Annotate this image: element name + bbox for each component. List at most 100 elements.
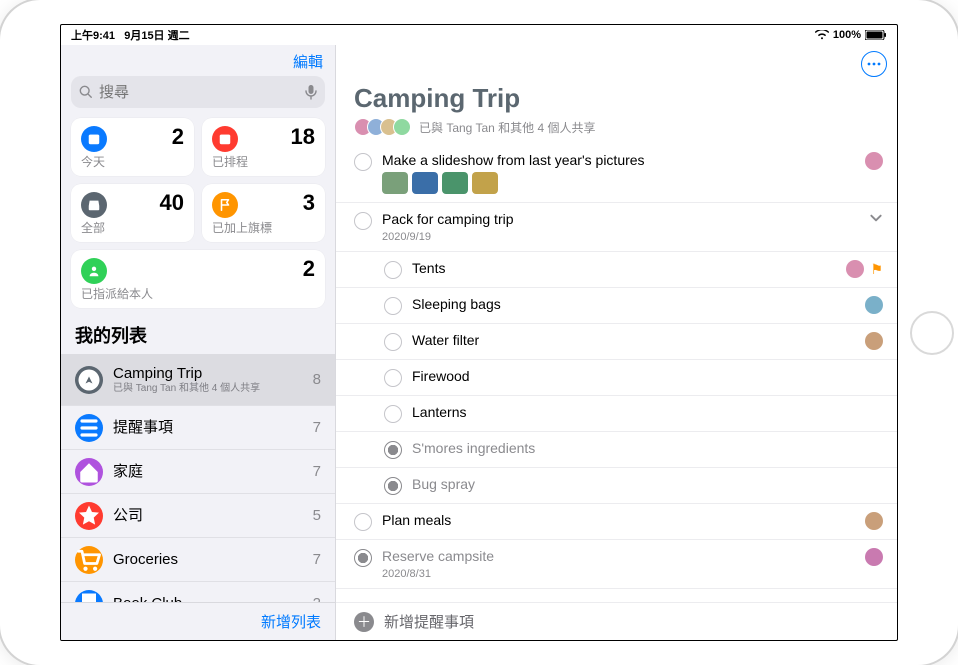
- smart-list-sched[interactable]: 18 已排程: [202, 118, 325, 176]
- list-count: 8: [313, 371, 321, 388]
- share-info[interactable]: 已與 Tang Tan 和其他 4 個人共享: [336, 116, 897, 144]
- search-icon: [79, 85, 93, 99]
- list-name: Book Club: [113, 595, 303, 603]
- thumbnail[interactable]: [412, 172, 438, 194]
- list-count: 5: [313, 507, 321, 524]
- task-checkbox[interactable]: [384, 261, 402, 279]
- list-row[interactable]: Book Club 2: [61, 582, 335, 602]
- list-row[interactable]: Groceries 7: [61, 538, 335, 582]
- inbox-icon: [81, 192, 107, 218]
- battery-icon: [865, 30, 887, 40]
- assignee-avatar: [846, 260, 864, 278]
- task-date: 2020/9/19: [382, 231, 859, 243]
- list-name: Groceries: [113, 551, 303, 569]
- smart-list-label: 已排程: [212, 153, 315, 170]
- task-checkbox[interactable]: [354, 153, 372, 171]
- task-date: 2020/8/31: [382, 568, 855, 580]
- task-title: Plan meals: [382, 512, 855, 528]
- smart-list-today[interactable]: 2 今天: [71, 118, 194, 176]
- main-pane: Camping Trip 已與 Tang Tan 和其他 4 個人共享 Make…: [336, 45, 897, 640]
- list-name: Camping Trip: [113, 365, 303, 383]
- smart-list-all[interactable]: 40 全部: [71, 184, 194, 242]
- list-row[interactable]: Camping Trip已與 Tang Tan 和其他 4 個人共享 8: [61, 354, 335, 406]
- task-title: Tents: [412, 260, 836, 276]
- list-row[interactable]: 提醒事項 7: [61, 406, 335, 450]
- chevron-down-icon[interactable]: [869, 211, 883, 225]
- task-row[interactable]: Bug spray: [336, 468, 897, 504]
- task-row[interactable]: S'mores ingredients: [336, 432, 897, 468]
- task-checkbox[interactable]: [384, 297, 402, 315]
- task-title: Bug spray: [412, 476, 873, 492]
- task-checkbox[interactable]: [384, 369, 402, 387]
- add-reminder-label: 新增提醒事項: [384, 611, 474, 632]
- battery-text: 100%: [833, 29, 861, 41]
- task-checkbox[interactable]: [354, 549, 372, 567]
- smart-list-count: 3: [303, 192, 315, 214]
- plus-icon: ＋: [354, 612, 374, 632]
- attachment-thumbs[interactable]: [382, 172, 855, 194]
- list-count: 2: [313, 595, 321, 602]
- smart-list-assigned[interactable]: 2 已指派給本人: [71, 250, 325, 308]
- task-row[interactable]: Make a slideshow from last year's pictur…: [336, 144, 897, 203]
- search-input[interactable]: [99, 84, 299, 101]
- calendar-icon: [212, 126, 238, 152]
- task-row[interactable]: Water filter: [336, 324, 897, 360]
- smart-list-flagged[interactable]: 3 已加上旗標: [202, 184, 325, 242]
- task-checkbox[interactable]: [384, 405, 402, 423]
- smart-list-label: 今天: [81, 153, 184, 170]
- flag-icon: [212, 192, 238, 218]
- task-checkbox[interactable]: [354, 513, 372, 531]
- assignee-avatar: [865, 512, 883, 530]
- thumbnail[interactable]: [472, 172, 498, 194]
- smart-list-label: 已指派給本人: [81, 285, 315, 302]
- task-row[interactable]: Tents ⚑: [336, 252, 897, 288]
- list-count: 7: [313, 551, 321, 568]
- avatar: [393, 118, 411, 136]
- task-checkbox[interactable]: [354, 212, 372, 230]
- smart-list-label: 已加上旗標: [212, 219, 315, 236]
- list-count: 7: [313, 463, 321, 480]
- task-checkbox[interactable]: [384, 441, 402, 459]
- add-list-button[interactable]: 新增列表: [61, 602, 335, 640]
- list-icon: [75, 414, 103, 442]
- list-row[interactable]: 公司 5: [61, 494, 335, 538]
- search-field[interactable]: [71, 76, 325, 108]
- task-row[interactable]: Sleeping bags: [336, 288, 897, 324]
- assignee-avatar: [865, 152, 883, 170]
- list-name: 提醒事項: [113, 419, 303, 437]
- smart-list-label: 全部: [81, 219, 184, 236]
- list-name: 家庭: [113, 463, 303, 481]
- mic-icon[interactable]: [305, 84, 317, 100]
- task-title: Firewood: [412, 368, 873, 384]
- task-row[interactable]: Lanterns: [336, 396, 897, 432]
- task-row[interactable]: Plan meals: [336, 504, 897, 540]
- task-title: Reserve campsite: [382, 548, 855, 564]
- edit-button[interactable]: 編輯: [293, 51, 323, 72]
- home-button[interactable]: [910, 311, 954, 355]
- thumbnail[interactable]: [442, 172, 468, 194]
- assignee-avatar: [865, 548, 883, 566]
- smart-list-count: 40: [160, 192, 184, 214]
- task-title: Water filter: [412, 332, 855, 348]
- more-button[interactable]: [861, 51, 887, 77]
- task-row[interactable]: Firewood: [336, 360, 897, 396]
- task-title: Make a slideshow from last year's pictur…: [382, 152, 855, 168]
- list-icon: [75, 502, 103, 530]
- list-icon: [75, 458, 103, 486]
- add-reminder-button[interactable]: ＋ 新增提醒事項: [336, 602, 897, 640]
- task-checkbox[interactable]: [384, 333, 402, 351]
- list-row[interactable]: 家庭 7: [61, 450, 335, 494]
- flag-icon: ⚑: [870, 261, 883, 278]
- thumbnail[interactable]: [382, 172, 408, 194]
- wifi-icon: [815, 30, 829, 40]
- smart-list-count: 2: [172, 126, 184, 148]
- sidebar: 編輯 2 今天 18 已排程: [61, 45, 336, 640]
- list-count: 7: [313, 419, 321, 436]
- task-row[interactable]: Reserve campsite 2020/8/31: [336, 540, 897, 589]
- share-text: 已與 Tang Tan 和其他 4 個人共享: [419, 119, 596, 136]
- list-name: 公司: [113, 507, 303, 525]
- task-checkbox[interactable]: [384, 477, 402, 495]
- ellipsis-icon: [867, 62, 881, 66]
- assignee-avatar: [865, 332, 883, 350]
- task-row[interactable]: Pack for camping trip 2020/9/19: [336, 203, 897, 252]
